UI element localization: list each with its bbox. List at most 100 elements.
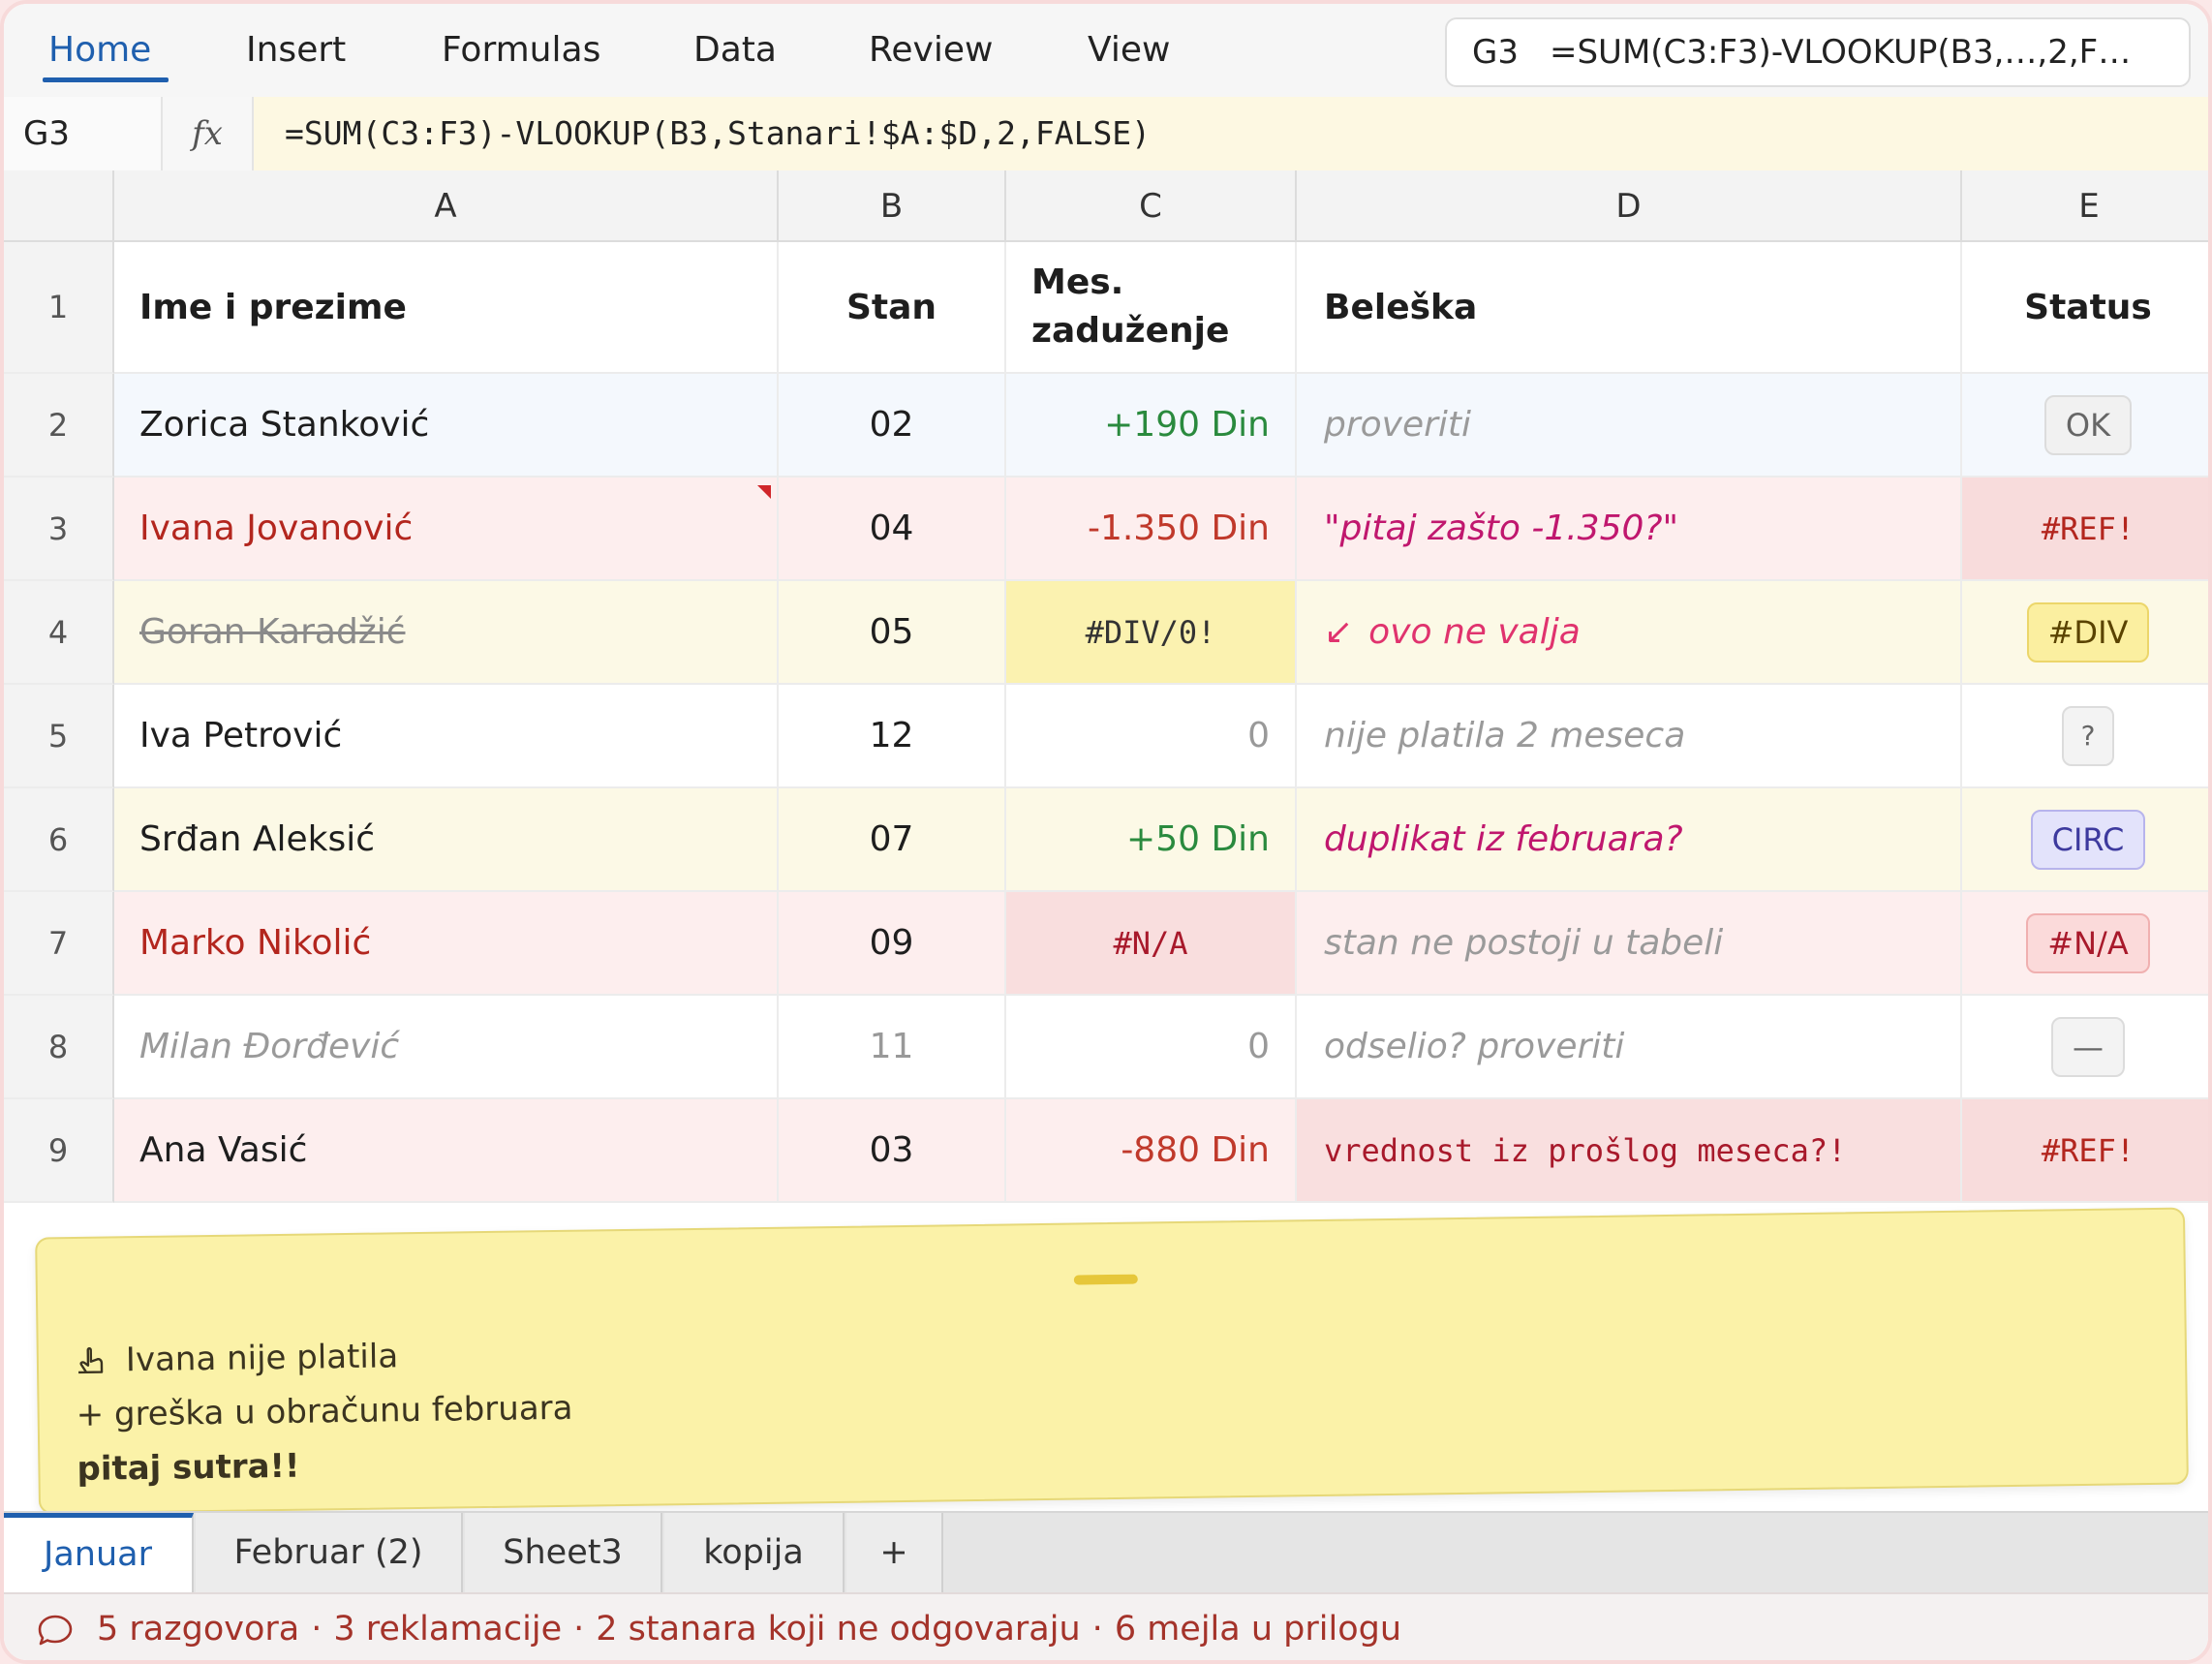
status-badge: #N/A [2026, 912, 2150, 973]
note-cell[interactable]: "pitaj zašto -1.350?" [1297, 478, 1962, 581]
name-cell[interactable]: Ana Vasić [114, 1099, 779, 1203]
status-cell[interactable]: ? [1962, 685, 2208, 788]
sheet-tab-sheet3[interactable]: Sheet3 [465, 1513, 662, 1592]
status-cell[interactable]: #N/A [1962, 892, 2208, 996]
table-row: 9 Ana Vasić 03 -880 Din vrednost iz proš… [4, 1099, 2208, 1203]
row-number[interactable]: 1 [4, 242, 114, 374]
sticky-note-drag-handle[interactable] [1073, 1274, 1138, 1285]
amount-cell[interactable]: -1.350 Din [1006, 478, 1297, 581]
header-zaduzenje[interactable]: Mes. zaduženje [1006, 242, 1297, 374]
status-cell[interactable]: #REF! [1962, 478, 2208, 581]
header-status[interactable]: Status [1962, 242, 2208, 374]
header-row: 1 Ime i prezime Stan Mes. zaduženje Beleš… [4, 242, 2208, 374]
sheet-tab-bar: Januar Februar (2) Sheet3 kopija + [4, 1511, 2208, 1594]
header-name[interactable]: Ime i prezime [114, 242, 779, 374]
status-complaints[interactable]: 3 reklamacije [333, 1610, 562, 1649]
tab-data[interactable]: Data [693, 21, 777, 79]
row-number[interactable]: 4 [4, 581, 114, 685]
column-header-e[interactable]: E [1962, 170, 2208, 242]
fx-icon[interactable]: fx [163, 97, 254, 170]
comment-indicator-icon[interactable] [757, 485, 771, 499]
table-row: 2 Zorica Stanković 02 +190 Din proveriti… [4, 374, 2208, 478]
header-beleska[interactable]: Beleška [1297, 242, 1962, 374]
stan-cell[interactable]: 09 [779, 892, 1006, 996]
stan-cell[interactable]: 07 [779, 788, 1006, 892]
status-conversations[interactable]: 5 razgovora [97, 1610, 299, 1649]
column-header-d[interactable]: D [1297, 170, 1962, 242]
name-cell[interactable]: Srđan Aleksić [114, 788, 779, 892]
status-cell[interactable]: — [1962, 996, 2208, 1099]
name-box-pill[interactable]: G3 =SUM(C3:F3)-VLOOKUP(B3,…,2,F… [1445, 17, 2191, 87]
note-cell[interactable]: duplikat iz februara? [1297, 788, 1962, 892]
sheet-tab-kopija[interactable]: kopija [664, 1513, 845, 1592]
column-header-c[interactable]: C [1006, 170, 1297, 242]
table-row: 7 Marko Nikolić 09 #N/A stan ne postoji … [4, 892, 2208, 996]
stan-cell[interactable]: 02 [779, 374, 1006, 478]
row-number[interactable]: 7 [4, 892, 114, 996]
amount-cell[interactable]: -880 Din [1006, 1099, 1297, 1203]
tab-view[interactable]: View [1088, 21, 1170, 79]
status-badge: #DIV [2026, 601, 2150, 663]
name-cell[interactable]: Marko Nikolić [114, 892, 779, 996]
note-cell[interactable]: odselio? proveriti [1297, 996, 1962, 1099]
amount-cell[interactable]: +50 Din [1006, 788, 1297, 892]
stan-cell[interactable]: 05 [779, 581, 1006, 685]
amount-cell[interactable]: 0 [1006, 685, 1297, 788]
amount-cell[interactable]: +190 Din [1006, 374, 1297, 478]
amount-cell[interactable]: 0 [1006, 996, 1297, 1099]
sticky-note[interactable]: Ivana nije platila + greška u obračunu f… [35, 1207, 2189, 1515]
sheet-tab-februar[interactable]: Februar (2) [196, 1513, 463, 1592]
stan-cell[interactable]: 04 [779, 478, 1006, 581]
status-unresponsive-tenants[interactable]: 2 stanara koji ne odgovaraju [596, 1610, 1080, 1649]
table-row: 3 Ivana Jovanović 04 -1.350 Din "pitaj z… [4, 478, 2208, 581]
sticky-note-line1: Ivana nije platila [76, 1337, 399, 1380]
stan-cell[interactable]: 11 [779, 996, 1006, 1099]
note-cell[interactable]: vrednost iz prošlog meseca?! [1297, 1099, 1962, 1203]
stan-cell[interactable]: 03 [779, 1099, 1006, 1203]
sticky-note-line3: pitaj sutra!! [77, 1446, 300, 1489]
status-badge: CIRC [2030, 809, 2146, 870]
name-cell[interactable]: Milan Đorđević [114, 996, 779, 1099]
row-number[interactable]: 3 [4, 478, 114, 581]
table-row: 6 Srđan Aleksić 07 +50 Din duplikat iz f… [4, 788, 2208, 892]
note-cell[interactable]: proveriti [1297, 374, 1962, 478]
tab-insert[interactable]: Insert [246, 21, 346, 79]
name-cell[interactable]: Goran Karadžić [114, 581, 779, 685]
status-emails[interactable]: 6 mejla u prilogu [1115, 1610, 1401, 1649]
row-number[interactable]: 2 [4, 374, 114, 478]
column-header-a[interactable]: A [114, 170, 779, 242]
status-cell[interactable]: CIRC [1962, 788, 2208, 892]
row-number[interactable]: 5 [4, 685, 114, 788]
header-zaduzenje-line1: Mes. [1031, 262, 1124, 302]
note-cell[interactable]: stan ne postoji u tabeli [1297, 892, 1962, 996]
name-cell[interactable]: Ivana Jovanović [114, 478, 779, 581]
row-number[interactable]: 9 [4, 1099, 114, 1203]
cell-reference-box[interactable]: G3 [4, 97, 163, 170]
ribbon: Home Insert Formulas Data Review View G3… [4, 4, 2208, 99]
sheet-tab-januar[interactable]: Januar [4, 1513, 194, 1592]
status-cell[interactable]: OK [1962, 374, 2208, 478]
status-cell[interactable]: #REF! [1962, 1099, 2208, 1203]
arrow-down-left-icon: ↙ [1324, 612, 1354, 652]
row-number[interactable]: 8 [4, 996, 114, 1099]
add-sheet-button[interactable]: + [846, 1513, 943, 1592]
column-header-b[interactable]: B [779, 170, 1006, 242]
tab-review[interactable]: Review [869, 21, 993, 79]
status-cell[interactable]: #DIV [1962, 581, 2208, 685]
tab-formulas[interactable]: Formulas [442, 21, 600, 79]
stan-cell[interactable]: 12 [779, 685, 1006, 788]
hand-icon [78, 1347, 104, 1374]
amount-cell[interactable]: #N/A [1006, 892, 1297, 996]
status-error: #REF! [2041, 509, 2135, 547]
amount-cell[interactable]: #DIV/0! [1006, 581, 1297, 685]
table-row: 5 Iva Petrović 12 0 nije platila 2 mesec… [4, 685, 2208, 788]
tab-home[interactable]: Home [48, 21, 151, 79]
formula-input[interactable]: =SUM(C3:F3)-VLOOKUP(B3,Stanari!$A:$D,2,F… [285, 97, 1151, 170]
row-number[interactable]: 6 [4, 788, 114, 892]
name-cell[interactable]: Iva Petrović [114, 685, 779, 788]
name-cell[interactable]: Zorica Stanković [114, 374, 779, 478]
select-all-corner[interactable] [4, 170, 114, 242]
note-cell[interactable]: nije platila 2 meseca [1297, 685, 1962, 788]
note-cell[interactable]: ↙ ovo ne valja [1297, 581, 1962, 685]
header-stan[interactable]: Stan [779, 242, 1006, 374]
